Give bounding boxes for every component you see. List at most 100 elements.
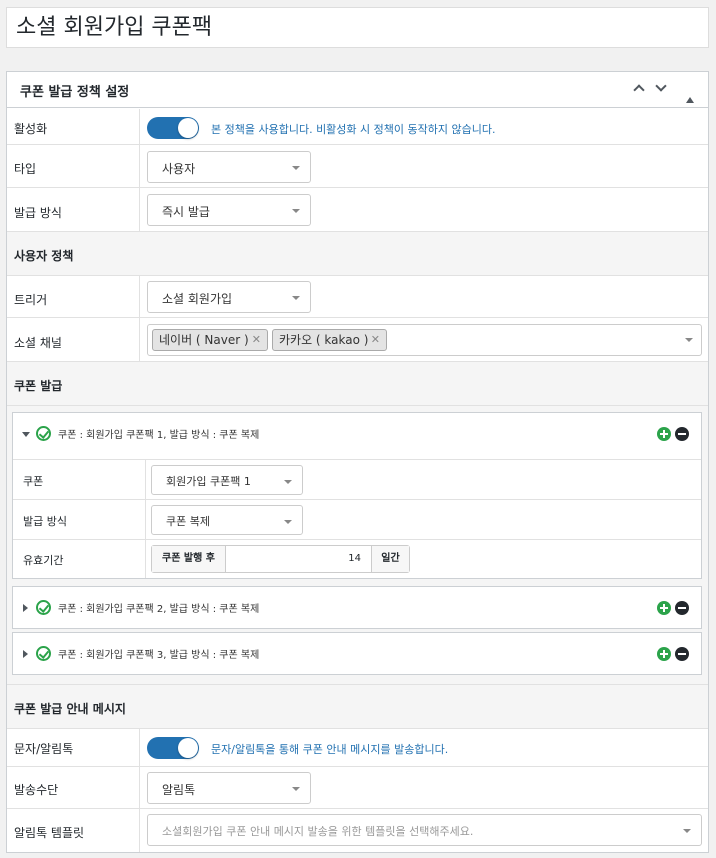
active-hint: 본 정책을 사용합니다. 비활성화 시 정책이 동작하지 않습니다.	[211, 123, 496, 136]
active-field: 본 정책을 사용합니다. 비활성화 시 정책이 동작하지 않습니다.	[139, 109, 708, 144]
sms-row: 문자/알림톡 문자/알림톡을 통해 쿠폰 안내 메시지를 발송합니다.	[7, 729, 708, 767]
tag-kakao-label: 카카오 ( kakao )	[279, 333, 369, 347]
type-select-value: 사용자	[162, 162, 196, 176]
coupon-item-2: 쿠폰 : 회원가입 쿠폰팩 2, 발급 방식 : 쿠폰 복제	[12, 586, 702, 629]
caret-down-icon	[685, 338, 693, 342]
panel-title: 쿠폰 발급 정책 설정	[20, 85, 130, 100]
trigger-value: 소셜 회원가입	[162, 292, 233, 306]
coupon-item-3: 쿠폰 : 회원가입 쿠폰팩 3, 발급 방식 : 쿠폰 복제	[12, 632, 702, 675]
chevron-up-icon[interactable]	[630, 80, 648, 98]
social-channel-row: 소셜 채널 네이버 ( Naver ) ✕ 카카오 ( kakao ) ✕	[7, 318, 708, 362]
trigger-field: 소셜 회원가입	[139, 276, 708, 317]
coupon-item-header[interactable]: 쿠폰 : 회원가입 쿠폰팩 3, 발급 방식 : 쿠폰 복제	[13, 633, 701, 675]
type-row: 타입 사용자	[7, 145, 708, 188]
template-select[interactable]: 소셜회원가입 쿠폰 안내 메시지 발송을 위한 템플릿을 선택해주세요.	[147, 814, 702, 846]
social-channel-field: 네이버 ( Naver ) ✕ 카카오 ( kakao ) ✕	[139, 318, 708, 361]
validity-days-input[interactable]: 14	[226, 546, 371, 572]
issue-method-value: 즉시 발급	[162, 205, 210, 219]
caret-down-icon	[284, 480, 292, 484]
user-policy-section: 사용자 정책	[7, 232, 708, 276]
validity-field: 쿠폰 발행 후 14 일간	[145, 540, 701, 578]
coupon-item-header[interactable]: 쿠폰 : 회원가입 쿠폰팩 1, 발급 방식 : 쿠폰 복제	[13, 413, 701, 455]
plus-circle-icon[interactable]	[657, 647, 671, 661]
template-placeholder: 소셜회원가입 쿠폰 안내 메시지 발송을 위한 템플릿을 선택해주세요.	[162, 825, 474, 838]
title-input[interactable]: 소셜 회원가입 쿠폰팩	[6, 7, 709, 48]
validity-row: 유효기간 쿠폰 발행 후 14 일간	[13, 539, 701, 578]
page-title: 소셜 회원가입 쿠폰팩	[16, 15, 213, 40]
coupon-method-field: 쿠폰 복제	[145, 500, 701, 539]
caret-down-icon	[292, 209, 300, 213]
plus-circle-icon[interactable]	[657, 601, 671, 615]
notice-title: 쿠폰 발급 안내 메시지	[14, 702, 126, 716]
tag-naver: 네이버 ( Naver ) ✕	[152, 329, 268, 351]
coupon-method-row: 발급 방식 쿠폰 복제	[13, 499, 701, 539]
social-channel-multiselect[interactable]: 네이버 ( Naver ) ✕ 카카오 ( kakao ) ✕	[147, 324, 702, 356]
send-method-value: 알림톡	[162, 783, 196, 797]
caret-down-icon	[683, 829, 691, 833]
validity-label: 유효기간	[23, 554, 64, 567]
send-method-field: 알림톡	[139, 767, 708, 808]
coupon-item-1: 쿠폰 : 회원가입 쿠폰팩 1, 발급 방식 : 쿠폰 복제 쿠폰 회원가입 쿠…	[12, 412, 702, 579]
trigger-label: 트리거	[14, 293, 48, 307]
issue-method-row: 발급 방식 즉시 발급	[7, 188, 708, 232]
template-label: 알림톡 템플릿	[14, 826, 85, 840]
type-label: 타입	[14, 162, 37, 176]
caret-right-icon[interactable]	[23, 604, 28, 612]
panel-header: 쿠폰 발급 정책 설정	[7, 72, 708, 108]
toggle-knob	[178, 118, 198, 138]
caret-down-icon[interactable]	[22, 432, 30, 437]
caret-down-icon	[292, 166, 300, 170]
send-method-select[interactable]: 알림톡	[147, 772, 311, 804]
type-select[interactable]: 사용자	[147, 151, 311, 183]
issue-method-label: 발급 방식	[14, 206, 62, 220]
chevron-down-icon[interactable]	[652, 80, 670, 98]
validity-input-group: 쿠폰 발행 후 14 일간	[151, 545, 410, 573]
minus-circle-icon[interactable]	[675, 427, 689, 441]
sms-toggle[interactable]	[147, 737, 199, 759]
sms-field: 문자/알림톡을 통해 쿠폰 안내 메시지를 발송합니다.	[139, 729, 708, 766]
template-field: 소셜회원가입 쿠폰 안내 메시지 발송을 위한 템플릿을 선택해주세요.	[139, 809, 708, 852]
coupon-items-area: 쿠폰 : 회원가입 쿠폰팩 1, 발급 방식 : 쿠폰 복제 쿠폰 회원가입 쿠…	[7, 406, 708, 685]
sms-label: 문자/알림톡	[14, 742, 74, 756]
caret-right-icon[interactable]	[23, 650, 28, 658]
triangle-up-icon[interactable]	[681, 80, 699, 103]
toggle-knob	[178, 738, 198, 758]
caret-down-icon	[292, 296, 300, 300]
coupon-field: 회원가입 쿠폰팩 1	[145, 460, 701, 499]
coupon-item-header[interactable]: 쿠폰 : 회원가입 쿠폰팩 2, 발급 방식 : 쿠폰 복제	[13, 587, 701, 629]
coupon-issue-title: 쿠폰 발급	[14, 379, 63, 393]
close-icon[interactable]: ✕	[371, 330, 380, 350]
coupon-item-summary: 쿠폰 : 회원가입 쿠폰팩 1, 발급 방식 : 쿠폰 복제	[58, 430, 260, 441]
validity-prefix: 쿠폰 발행 후	[152, 546, 226, 572]
check-circle-icon	[36, 646, 51, 661]
active-toggle[interactable]	[147, 117, 199, 139]
coupon-label: 쿠폰	[23, 475, 44, 488]
type-field: 사용자	[139, 145, 708, 187]
coupon-item-summary: 쿠폰 : 회원가입 쿠폰팩 3, 발급 방식 : 쿠폰 복제	[58, 650, 260, 661]
trigger-row: 트리거 소셜 회원가입	[7, 276, 708, 318]
close-icon[interactable]: ✕	[252, 330, 261, 350]
social-channel-label: 소셜 채널	[14, 336, 62, 350]
minus-circle-icon[interactable]	[675, 601, 689, 615]
coupon-issue-section: 쿠폰 발급	[7, 362, 708, 406]
user-policy-title: 사용자 정책	[14, 249, 74, 263]
minus-circle-icon[interactable]	[675, 647, 689, 661]
coupon-method-value: 쿠폰 복제	[166, 515, 210, 528]
coupon-method-label: 발급 방식	[23, 515, 67, 528]
coupon-select[interactable]: 회원가입 쿠폰팩 1	[151, 465, 303, 495]
send-method-row: 발송수단 알림톡	[7, 767, 708, 809]
issue-method-select[interactable]: 즉시 발급	[147, 194, 311, 226]
tag-kakao: 카카오 ( kakao ) ✕	[272, 329, 387, 351]
active-label: 활성화	[14, 122, 48, 136]
template-row: 알림톡 템플릿 소셜회원가입 쿠폰 안내 메시지 발송을 위한 템플릿을 선택해…	[7, 809, 708, 852]
sms-hint: 문자/알림톡을 통해 쿠폰 안내 메시지를 발송합니다.	[211, 743, 449, 756]
active-row: 활성화 본 정책을 사용합니다. 비활성화 시 정책이 동작하지 않습니다.	[7, 109, 708, 145]
coupon-method-select[interactable]: 쿠폰 복제	[151, 505, 303, 535]
send-method-label: 발송수단	[14, 783, 59, 797]
plus-circle-icon[interactable]	[657, 427, 671, 441]
coupon-policy-panel: 쿠폰 발급 정책 설정 활성화 본 정책을 사용합니다. 비활성화 시 정책이 …	[6, 71, 709, 853]
tag-naver-label: 네이버 ( Naver )	[159, 333, 249, 347]
trigger-select[interactable]: 소셜 회원가입	[147, 281, 311, 313]
notice-section: 쿠폰 발급 안내 메시지	[7, 685, 708, 729]
check-circle-icon	[36, 426, 51, 441]
